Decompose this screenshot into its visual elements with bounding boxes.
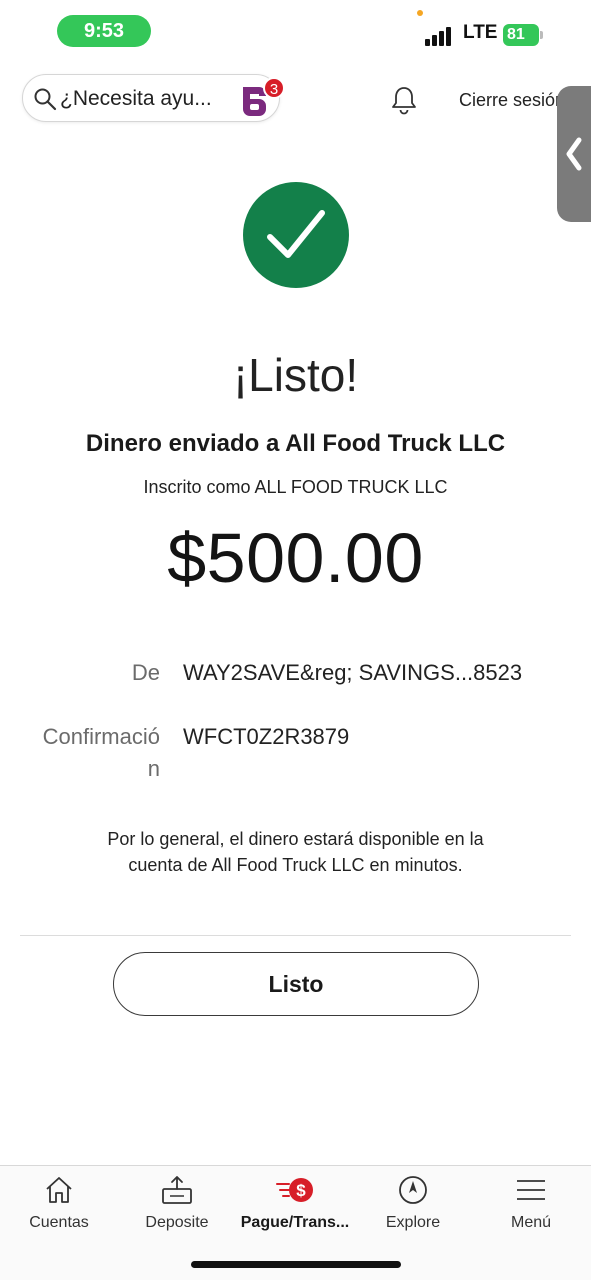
success-title: ¡Listo! — [232, 349, 359, 401]
status-bar: 9:53 LTE 81 — [0, 0, 591, 60]
side-drawer-handle[interactable] — [557, 86, 591, 222]
nav-label: Cuentas — [29, 1214, 89, 1231]
bell-icon[interactable] — [388, 84, 420, 116]
chevron-left-icon — [566, 137, 582, 171]
recipient-heading: Dinero enviado a All Food Truck LLC — [85, 430, 506, 457]
search-help-field[interactable]: ¿Necesita ayu... 3 — [22, 74, 285, 122]
search-icon — [34, 88, 57, 111]
transfer-amount: $500.00 — [167, 519, 424, 597]
compass-icon — [399, 1176, 427, 1204]
home-icon — [46, 1177, 72, 1203]
nav-item-deposite[interactable]: Deposite — [118, 1166, 236, 1246]
battery-level: 81 — [507, 26, 525, 43]
divider — [20, 935, 571, 936]
nav-item-cuentas[interactable]: Cuentas — [0, 1166, 118, 1246]
battery-tip — [540, 31, 543, 39]
home-indicator[interactable] — [191, 1261, 401, 1268]
notification-badge: 3 — [263, 77, 285, 99]
nav-label: Pague/Trans... — [240, 1214, 350, 1231]
deposit-icon — [162, 1176, 192, 1204]
nav-item-explore[interactable]: Explore — [354, 1166, 472, 1246]
success-check-icon — [243, 182, 349, 288]
privacy-indicator-dot — [417, 10, 423, 16]
network-type: LTE — [463, 22, 498, 43]
done-button[interactable]: Listo — [113, 952, 479, 1016]
menu-icon — [517, 1180, 545, 1200]
search-placeholder: ¿Necesita ayu... — [60, 87, 212, 110]
signal-icon — [425, 26, 455, 46]
confirmation-label: Confirmació — [42, 724, 160, 749]
confirmation-number: WFCT0Z2R3879 — [183, 724, 350, 749]
svg-text:$: $ — [296, 1181, 306, 1200]
nav-label: Menú — [510, 1214, 552, 1231]
nav-label: Explore — [385, 1214, 441, 1231]
nav-item-pague-transfiera[interactable]: $ Pague/Trans... — [236, 1166, 354, 1246]
enrolled-name: Inscrito como ALL FOOD TRUCK LLC — [143, 477, 448, 497]
pay-transfer-icon: $ — [276, 1178, 313, 1202]
nav-item-menu[interactable]: Menú — [472, 1166, 590, 1246]
nav-label: Deposite — [145, 1214, 209, 1231]
battery-icon: 81 — [503, 24, 539, 46]
from-label: De — [131, 660, 160, 685]
status-time: 9:53 — [57, 15, 151, 47]
confirmation-label-wrap: n — [147, 756, 160, 781]
availability-note: Por lo general, el dinero estará disponi… — [107, 829, 484, 875]
from-account-value: WAY2SAVE&reg; SAVINGS...8523 — [183, 660, 523, 685]
